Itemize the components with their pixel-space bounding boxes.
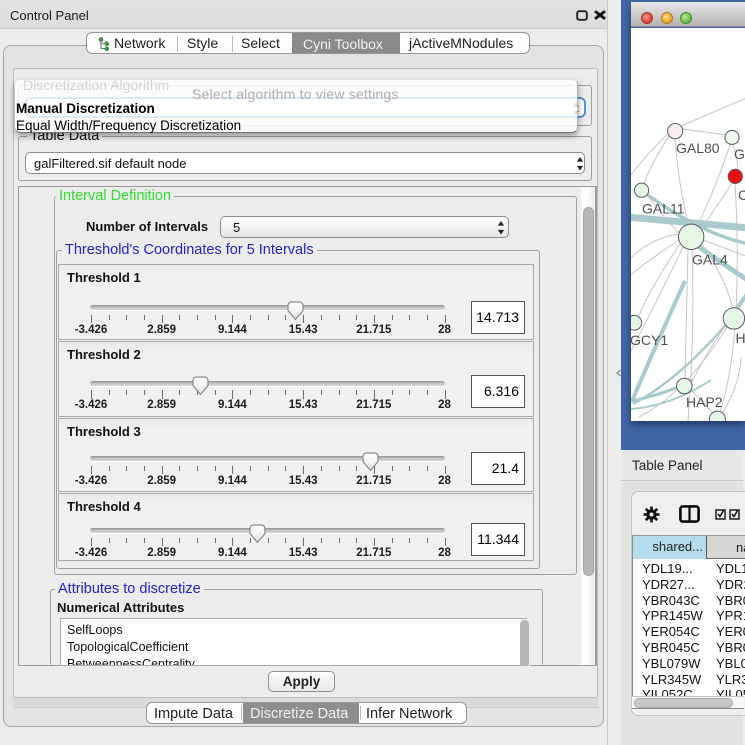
svg-text:H: H [736, 330, 745, 346]
svg-text:C: C [738, 187, 745, 203]
svg-text:GAL80: GAL80 [676, 140, 720, 156]
svg-text:GA: GA [734, 146, 745, 162]
svg-text:GCY1: GCY1 [631, 332, 668, 348]
svg-text:GAL4: GAL4 [692, 252, 728, 268]
svg-text:HAP2: HAP2 [686, 394, 723, 410]
svg-text:GAL11: GAL11 [642, 201, 685, 217]
